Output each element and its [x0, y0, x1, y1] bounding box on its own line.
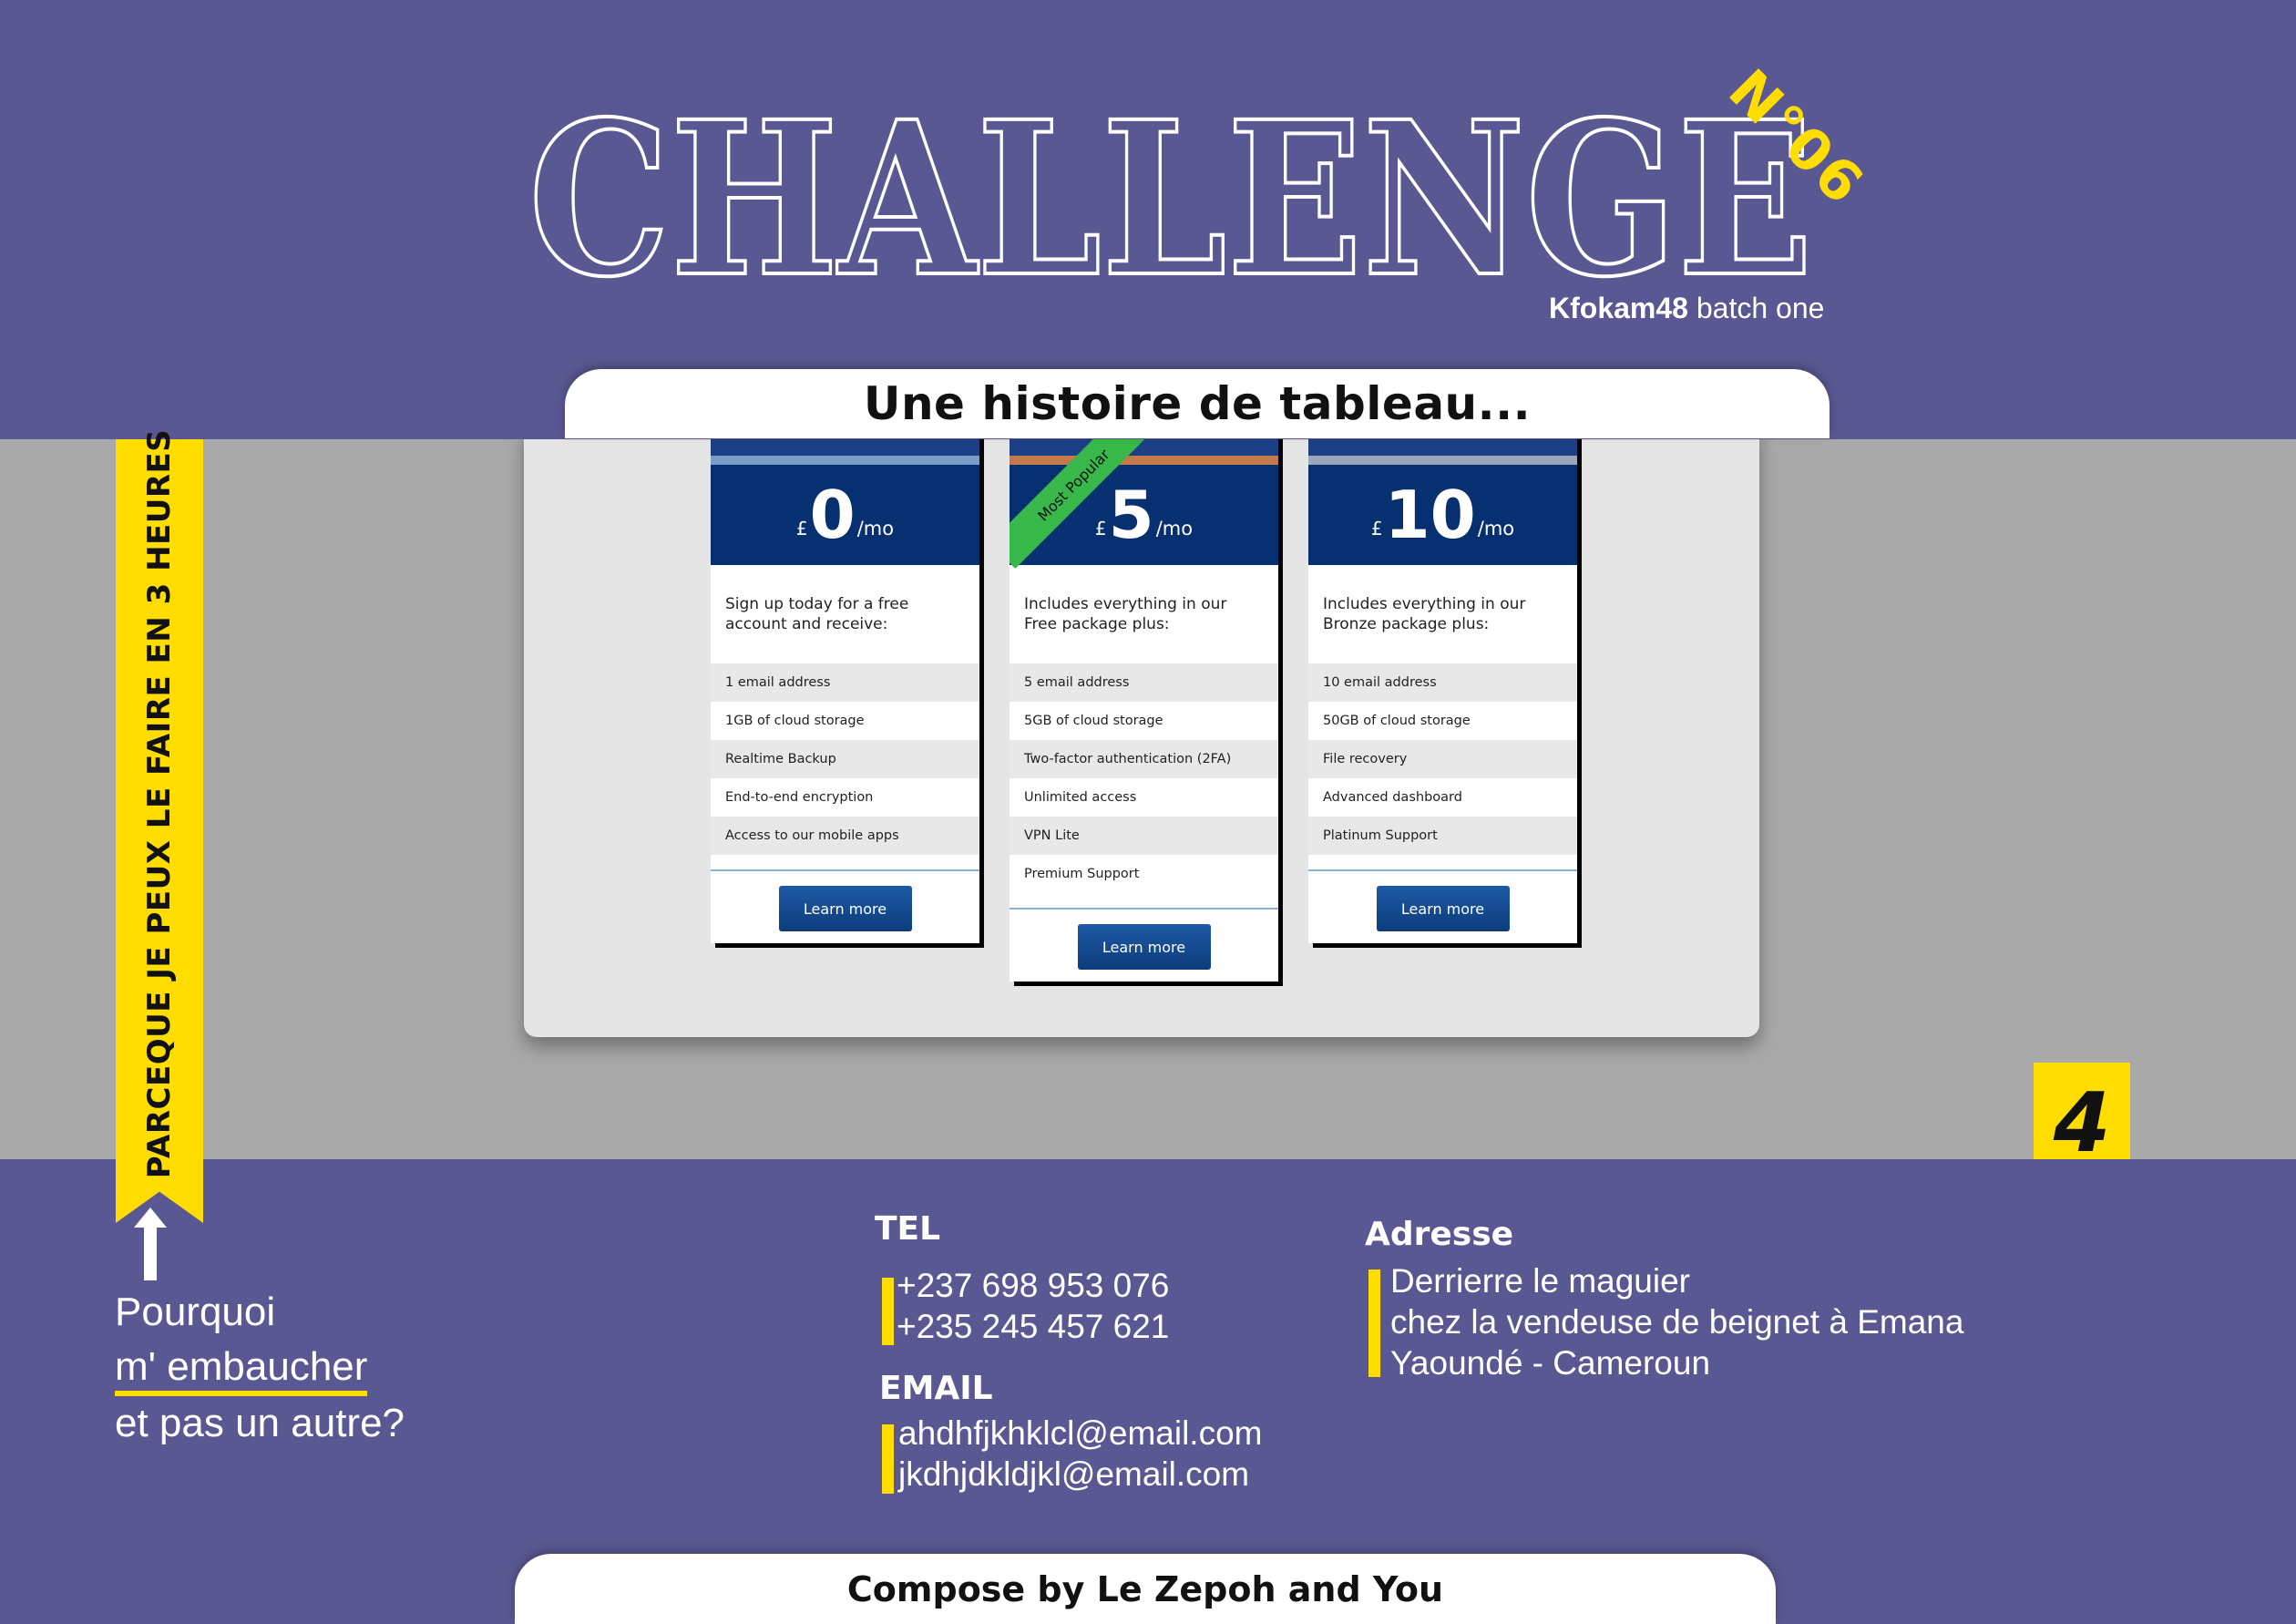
- tel-label: TEL: [875, 1210, 941, 1248]
- plan-card-bronze: £ 5 /mo Most Popular Includes everything…: [1010, 428, 1278, 982]
- plan-price: £ 0 /mo: [711, 465, 979, 565]
- price-period: /mo: [1477, 518, 1515, 540]
- feature-item: Advanced dashboard: [1323, 790, 1462, 805]
- feature-item: Access to our mobile apps: [711, 817, 979, 855]
- feature-item: Premium Support: [1024, 867, 1140, 881]
- learn-more-button[interactable]: Learn more: [1376, 886, 1510, 931]
- challenge-title: CHALLENGE: [528, 100, 1815, 283]
- plan-stripe: [711, 456, 979, 465]
- tel-accent-bar: [882, 1278, 894, 1345]
- question-line: et pas un autre?: [115, 1401, 405, 1445]
- question-line: Pourquoi: [115, 1290, 276, 1334]
- subtitle-author: Kfokam48: [1549, 292, 1688, 324]
- email-label: EMAIL: [879, 1370, 993, 1407]
- email-address[interactable]: ahdhfjkhklcl@email.com: [898, 1414, 1262, 1453]
- address-line: Yaoundé - Cameroun: [1390, 1344, 1711, 1382]
- side-ribbon-text: PARCEQUE JE PEUX LE FAIRE EN 3 HEURES: [141, 428, 178, 1179]
- banner-title: Une histoire de tableau...: [863, 377, 1532, 430]
- feature-item: VPN Lite: [1010, 817, 1278, 855]
- email-address[interactable]: jkdhjdkldjkl@email.com: [898, 1455, 1249, 1494]
- feature-item: Two-factor authentication (2FA): [1010, 740, 1278, 778]
- tel-number[interactable]: +237 698 953 076: [897, 1267, 1169, 1305]
- footer-banner: Compose by Le Zepoh and You: [515, 1554, 1776, 1624]
- learn-more-button[interactable]: Learn more: [1077, 924, 1211, 970]
- price-amount: 10: [1384, 477, 1476, 553]
- page-number: 4: [2053, 1075, 2111, 1171]
- side-ribbon-text-wrap: PARCEQUE JE PEUX LE FAIRE EN 3 HEURES: [116, 429, 203, 1179]
- arrow-up-icon: [134, 1208, 167, 1280]
- address-line: Derrierre le maguier: [1390, 1262, 1690, 1300]
- address-accent-bar: [1368, 1269, 1380, 1377]
- feature-item: 10 email address: [1308, 663, 1577, 702]
- feature-item: File recovery: [1308, 740, 1577, 778]
- subtitle-batch: batch one: [1696, 292, 1825, 324]
- feature-item: 5 email address: [1010, 663, 1278, 702]
- address-label: Adresse: [1365, 1216, 1514, 1253]
- pricing-screenshot: £ 0 /mo Sign up today for a free account…: [524, 428, 1759, 1037]
- plan-stripe: [1308, 456, 1577, 465]
- feature-item: 50GB of cloud storage: [1323, 714, 1471, 728]
- plan-divider: [1010, 908, 1278, 910]
- plan-divider: [711, 869, 979, 871]
- price-currency: £: [795, 518, 808, 540]
- price-period: /mo: [1155, 518, 1194, 540]
- price-period: /mo: [856, 518, 895, 540]
- price-amount: 5: [1108, 477, 1154, 553]
- feature-item: 1GB of cloud storage: [725, 714, 865, 728]
- plan-price: £ 10 /mo: [1308, 465, 1577, 565]
- price-currency: £: [1370, 518, 1383, 540]
- subtitle: Kfokam48 batch one: [1549, 292, 1824, 325]
- question-block: Pourquoi m' embaucher et pas un autre?: [115, 1285, 405, 1451]
- plan-card-silver: £ 10 /mo Includes everything in our Bron…: [1308, 428, 1577, 943]
- feature-item: Platinum Support: [1308, 817, 1577, 855]
- plan-divider: [1308, 869, 1577, 871]
- svg-text:CHALLENGE: CHALLENGE: [528, 100, 1813, 283]
- feature-item: 1 email address: [711, 663, 979, 702]
- feature-item: Unlimited access: [1024, 790, 1137, 805]
- price-currency: £: [1094, 518, 1107, 540]
- plan-intro: Sign up today for a free account and rec…: [725, 595, 909, 633]
- feature-item: End-to-end encryption: [725, 790, 874, 805]
- address-line: chez la vendeuse de beignet à Emana: [1390, 1303, 1964, 1341]
- plan-intro: Includes everything in our Bronze packag…: [1323, 595, 1526, 633]
- feature-item: Realtime Backup: [711, 740, 979, 778]
- plan-stripe: [1010, 456, 1278, 465]
- price-amount: 0: [809, 477, 856, 553]
- question-highlight: m' embaucher: [115, 1343, 368, 1396]
- learn-more-button[interactable]: Learn more: [778, 886, 912, 931]
- plan-card-free: £ 0 /mo Sign up today for a free account…: [711, 428, 979, 943]
- tel-number[interactable]: +235 245 457 621: [897, 1308, 1169, 1346]
- email-accent-bar: [882, 1424, 894, 1494]
- feature-item: 5GB of cloud storage: [1024, 714, 1163, 728]
- footer-credit: Compose by Le Zepoh and You: [846, 1568, 1444, 1609]
- page-number-badge: 4: [2034, 1063, 2130, 1165]
- plan-intro: Includes everything in our Free package …: [1024, 595, 1227, 633]
- header-banner: Une histoire de tableau...: [565, 369, 1830, 438]
